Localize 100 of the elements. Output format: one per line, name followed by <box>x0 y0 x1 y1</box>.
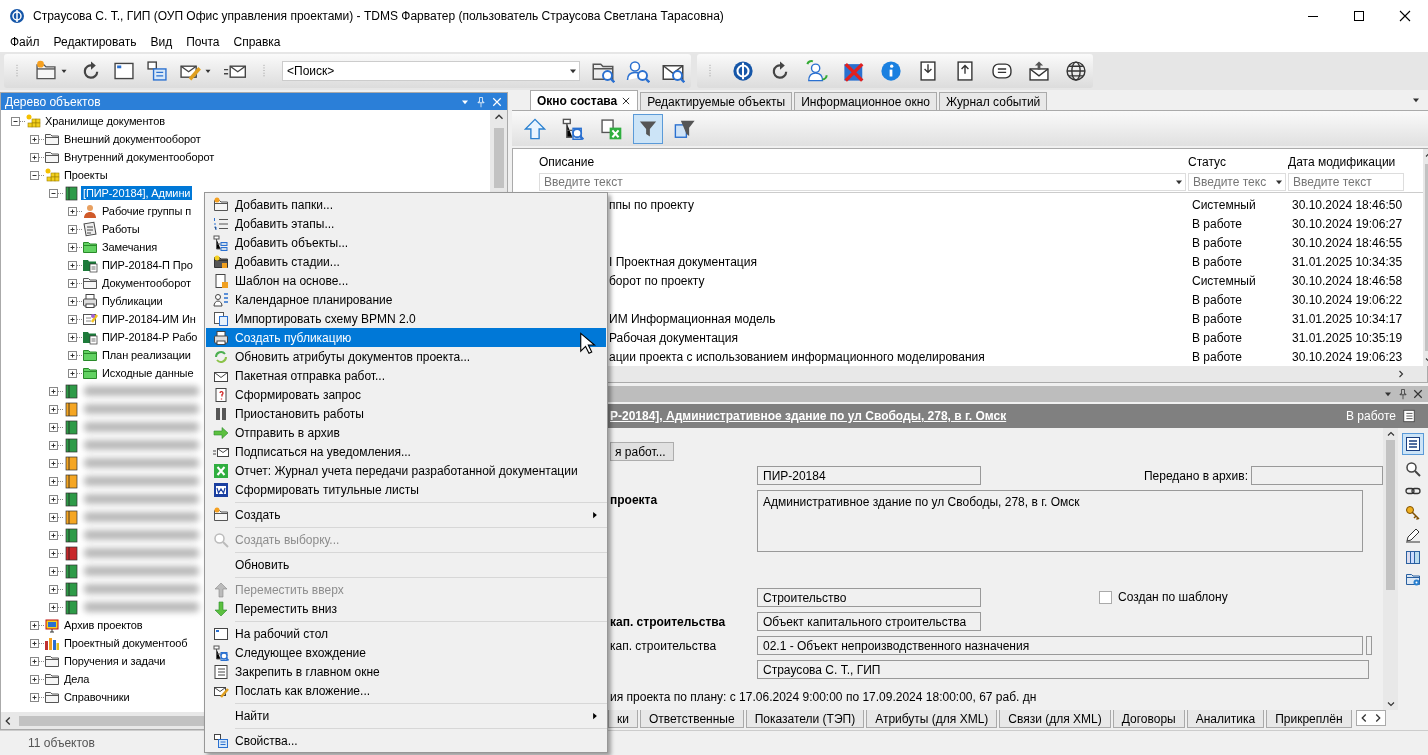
menu-item[interactable]: Календарное планирование <box>206 290 606 309</box>
close-icon[interactable] <box>1397 8 1413 24</box>
tree-item[interactable]: Поручения и задачи <box>62 654 168 668</box>
input-field[interactable]: Строительство <box>757 588 981 607</box>
expand-icon[interactable] <box>68 314 77 324</box>
expand-icon[interactable] <box>68 224 77 234</box>
expand-icon[interactable] <box>68 368 77 378</box>
expand-icon[interactable] <box>30 656 39 666</box>
expand-icon[interactable] <box>49 404 58 414</box>
tree-item[interactable]: План реализации <box>100 348 193 362</box>
expand-icon[interactable] <box>30 134 39 144</box>
window-icon[interactable] <box>113 60 135 82</box>
expand-icon[interactable] <box>49 512 58 522</box>
new-folder-icon[interactable] <box>35 60 57 82</box>
expand-icon[interactable] <box>68 296 77 306</box>
menu-item[interactable]: На рабочий стол <box>206 624 606 643</box>
message-icon[interactable] <box>991 60 1013 82</box>
expand-icon[interactable] <box>49 530 58 540</box>
expand-icon[interactable] <box>30 674 39 684</box>
expand-icon[interactable] <box>49 584 58 594</box>
expand-icon[interactable] <box>49 422 58 432</box>
input-field[interactable] <box>1251 466 1383 485</box>
input-field[interactable]: ПИР-20184 <box>757 466 981 485</box>
form-view-button[interactable] <box>1402 433 1424 455</box>
tree-item[interactable]: Дела <box>62 672 92 686</box>
column-header[interactable]: Дата модификации <box>1288 155 1406 169</box>
tab[interactable]: Ответственные <box>639 710 744 728</box>
menu-item[interactable]: Добавить стадии... <box>206 252 606 271</box>
menu-item[interactable]: Обновить <box>206 555 606 574</box>
expand-icon[interactable] <box>30 692 39 702</box>
pin-icon[interactable] <box>1397 388 1409 400</box>
expand-icon[interactable] <box>49 476 58 486</box>
document-arrow-down-icon[interactable] <box>917 60 939 82</box>
menu-item[interactable]: Приостановить работы <box>206 404 606 423</box>
tree-item[interactable]: ПИР-20184-Р Рабо <box>100 330 200 344</box>
tree-item[interactable]: Публикации <box>100 294 165 308</box>
menu-item[interactable]: Шаблон на основе... <box>206 271 606 290</box>
menu-item[interactable]: Добавить этапы... <box>206 214 606 233</box>
tree-item[interactable]: Внутренний документооборот <box>62 150 217 164</box>
menu-item[interactable]: Редактировать <box>46 35 144 49</box>
expand-icon[interactable] <box>49 602 58 612</box>
expand-icon[interactable] <box>30 638 39 648</box>
expand-icon[interactable] <box>68 332 77 342</box>
menu-item[interactable]: Следующее вхождение <box>206 643 606 662</box>
expand-icon[interactable] <box>30 620 39 630</box>
menu-item[interactable]: Найти <box>206 706 606 725</box>
menu-item[interactable]: Создать <box>206 505 606 524</box>
tab[interactable]: Показатели (ТЭП) <box>745 710 865 728</box>
tree-item[interactable]: Проектный документооб <box>62 636 190 650</box>
filter-field[interactable]: Введите текс <box>1188 173 1286 191</box>
tab[interactable]: ки <box>608 710 638 728</box>
card-title[interactable]: Р-20184], Административное здание по ул Свободы, 278, в г. Омск <box>610 409 1346 423</box>
menu-item[interactable]: Вид <box>143 35 180 49</box>
input-field[interactable]: Страусова С. Т., ГИП <box>757 660 1369 679</box>
expand-icon[interactable] <box>68 206 77 216</box>
expand-icon[interactable] <box>68 278 77 288</box>
checkbox[interactable] <box>1099 590 1112 604</box>
tab[interactable]: Журнал событий <box>938 92 1048 111</box>
menu-item[interactable]: Добавить объекты... <box>206 233 606 252</box>
works-button[interactable]: я работ... <box>610 442 674 461</box>
globe-icon[interactable] <box>1065 60 1087 82</box>
export-spreadsheet-icon[interactable] <box>600 117 622 140</box>
tree-item[interactable]: Хранилище документов <box>43 114 167 128</box>
menu-item[interactable]: Файл <box>3 35 47 49</box>
key-icon[interactable] <box>1405 505 1421 521</box>
arrow-up-icon[interactable] <box>524 117 546 140</box>
envelope-arrow-icon[interactable] <box>1028 60 1050 82</box>
search-icon[interactable] <box>1405 461 1421 477</box>
tree-item[interactable]: Архив проектов <box>62 618 145 632</box>
tree-item[interactable]: Работы <box>100 222 142 236</box>
list-icon[interactable] <box>1402 409 1416 423</box>
column-header[interactable]: Статус <box>1188 155 1288 169</box>
tree-item[interactable]: ПИР-20184-ИМ Ин <box>100 312 198 326</box>
filter-button[interactable] <box>633 113 663 144</box>
collapse-icon[interactable] <box>30 170 39 180</box>
expand-icon[interactable] <box>49 566 58 576</box>
menu-item[interactable]: Добавить папки... <box>206 195 606 214</box>
expand-icon[interactable] <box>68 260 77 270</box>
menu-item[interactable]: Отчет: Журнал учета передачи разработанной документации <box>206 461 606 480</box>
menu-item[interactable]: Послать как вложение... <box>206 681 606 700</box>
input-field[interactable]: Объект капитального строительства <box>757 612 981 631</box>
tab[interactable]: Аналитика <box>1186 710 1265 728</box>
tab[interactable]: Договоры <box>1112 710 1185 728</box>
menu-item[interactable]: Свойства... <box>206 731 606 750</box>
tree-item[interactable]: Замечания <box>100 240 160 254</box>
expand-icon[interactable] <box>49 440 58 450</box>
menu-item[interactable]: Сформировать запрос <box>206 385 606 404</box>
globe-logo-icon[interactable] <box>732 60 754 82</box>
tab[interactable]: Атрибуты (для XML) <box>866 710 998 728</box>
collapse-icon[interactable] <box>49 188 58 198</box>
close-icon[interactable] <box>621 95 632 106</box>
tree-item[interactable]: Документооборот <box>100 276 193 290</box>
properties-icon[interactable] <box>146 60 168 82</box>
column-header[interactable]: Описание <box>539 155 1188 169</box>
info-icon[interactable] <box>880 60 902 82</box>
tree-item[interactable]: Справочники <box>62 690 132 704</box>
hierarchy-search-icon[interactable] <box>562 117 584 140</box>
tab[interactable]: Информационное окно <box>794 92 937 111</box>
tree-item[interactable]: [ПИР-20184], Админи <box>81 186 193 200</box>
tab[interactable]: Связи (для XML) <box>999 710 1111 728</box>
